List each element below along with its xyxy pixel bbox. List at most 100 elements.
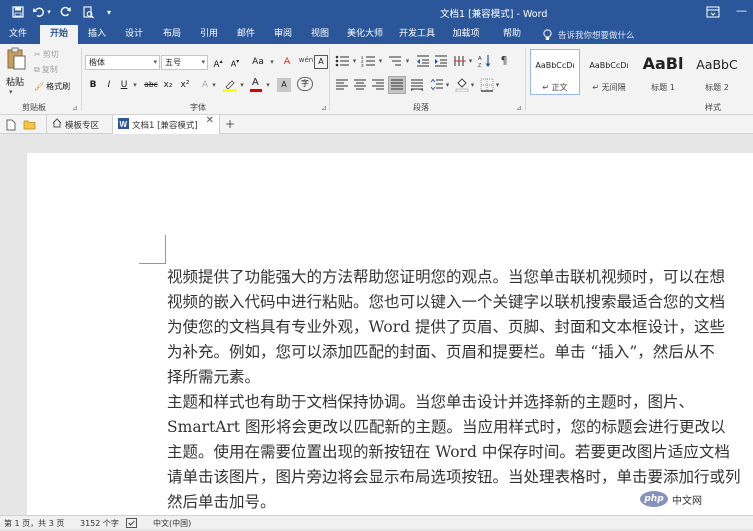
line-spacing-icon[interactable] [430, 78, 444, 92]
align-center-icon[interactable] [353, 78, 367, 92]
phonetic-guide-button[interactable]: wén [297, 53, 315, 67]
grow-font-icon[interactable]: A▴ [211, 55, 225, 70]
shading-icon[interactable] [455, 78, 469, 93]
style-heading-1[interactable]: AaBl 标题 1 [638, 49, 688, 95]
print-preview-icon[interactable] [80, 4, 96, 20]
tab-references[interactable]: 引用 [192, 25, 226, 44]
underline-button[interactable]: U [118, 78, 130, 92]
margin-mark-vertical [165, 235, 166, 263]
tab-addins[interactable]: 加载项 [446, 25, 486, 44]
align-left-icon[interactable] [335, 78, 349, 92]
font-size-select[interactable]: 五号 ▾ [161, 55, 208, 70]
redo-icon[interactable] [58, 4, 74, 20]
chinese-layout-dropdown-icon[interactable]: ▾ [467, 54, 474, 68]
tab-layout[interactable]: 布局 [155, 25, 189, 44]
style-heading-2[interactable]: AaBbC 标题 2 [692, 49, 742, 95]
strikethrough-button[interactable]: abc [142, 78, 160, 92]
bold-button[interactable]: B [87, 78, 99, 92]
char-shading-icon[interactable]: A [277, 78, 291, 92]
doc-line: 视频的嵌入代码中进行粘贴。您也可以键入一个关键字以联机搜索最适合您的文档 [167, 293, 726, 311]
show-marks-icon[interactable]: ¶ [497, 54, 511, 68]
clipboard-launcher-icon[interactable]: ⊿ [72, 104, 78, 112]
word-doc-icon: W [118, 117, 129, 132]
style-no-spacing[interactable]: AaBbCcDı ↵ 无间隔 [584, 49, 634, 95]
customize-icon[interactable]: ▾ [101, 4, 117, 20]
chinese-layout-icon[interactable] [453, 54, 467, 68]
language-indicator[interactable]: 中文(中国) [153, 518, 191, 529]
paste-button[interactable]: 粘贴 [6, 75, 24, 88]
copy-button[interactable]: ⧉ 复制 [34, 64, 58, 75]
superscript-button[interactable]: x² [178, 78, 192, 92]
borders-icon[interactable] [480, 78, 494, 92]
shrink-font-icon[interactable]: A▾ [228, 55, 242, 69]
close-icon[interactable]: ✕ [206, 115, 214, 126]
group-separator [329, 48, 330, 111]
tab-document1[interactable]: W 文档1 [兼容模式] ✕ [112, 115, 220, 134]
folder-icon[interactable] [23, 119, 36, 131]
proofing-icon[interactable] [126, 518, 137, 528]
chevron-down-icon: ▾ [201, 58, 205, 66]
tell-me-search[interactable]: 告诉我你想要做什么 [558, 29, 635, 41]
change-case-button[interactable]: Aa [248, 55, 268, 69]
paragraph-launcher-icon[interactable]: ⊿ [516, 104, 522, 112]
tab-view[interactable]: 视图 [303, 25, 337, 44]
numbering-dropdown-icon[interactable]: ▾ [377, 54, 384, 68]
italic-button[interactable]: I [103, 78, 115, 92]
page-count[interactable]: 第 1 页，共 3 页 [4, 518, 64, 529]
justify-icon[interactable] [388, 76, 406, 94]
distribute-icon[interactable] [410, 78, 424, 92]
new-file-icon[interactable] [6, 119, 17, 131]
add-tab-icon[interactable]: + [225, 117, 235, 131]
tab-beautify[interactable]: 美化大师 [340, 25, 390, 44]
change-case-dropdown-icon[interactable]: ▾ [268, 55, 276, 69]
tab-template-zone[interactable]: 模板专区 [46, 115, 110, 134]
doc-line: 主题和样式也有助于文档保持协调。当您单击设计并选择新的主题时，图片、 [167, 393, 695, 411]
undo-dropdown-icon[interactable]: ▾ [45, 4, 53, 20]
sort-icon[interactable]: AZ [478, 54, 492, 69]
multilevel-dropdown-icon[interactable]: ▾ [404, 54, 411, 68]
highlight-dropdown-icon[interactable]: ▾ [238, 78, 246, 92]
enclose-char-icon[interactable]: 字 [297, 77, 313, 91]
word-count[interactable]: 3152 个字 [80, 518, 119, 529]
font-launcher-icon[interactable]: ⊿ [321, 104, 327, 112]
line-spacing-dropdown-icon[interactable]: ▾ [444, 78, 451, 92]
numbering-icon[interactable]: 123 [361, 54, 377, 68]
decrease-indent-icon[interactable] [416, 54, 430, 68]
align-right-icon[interactable] [371, 78, 385, 92]
shading-dropdown-icon[interactable]: ▾ [469, 78, 476, 92]
format-painter-button[interactable]: 🖌 格式刷 [34, 81, 70, 92]
tab-file[interactable]: 文件 [0, 25, 36, 44]
tab-mailings[interactable]: 邮件 [229, 25, 263, 44]
document-page[interactable]: 视频提供了功能强大的方法帮助您证明您的观点。当您单击联机视频时，可以在想 视频的… [27, 153, 753, 515]
scissors-icon: ✂ [34, 50, 41, 59]
subscript-button[interactable]: x₂ [161, 78, 175, 92]
tab-design[interactable]: 设计 [116, 25, 152, 44]
borders-dropdown-icon[interactable]: ▾ [494, 78, 501, 92]
font-color-dropdown-icon[interactable]: ▾ [264, 78, 272, 92]
text-effects-dropdown-icon[interactable]: ▾ [210, 78, 218, 92]
bullets-dropdown-icon[interactable]: ▾ [351, 54, 358, 68]
multilevel-list-icon[interactable] [388, 54, 404, 68]
tab-insert[interactable]: 插入 [80, 25, 114, 44]
svg-text:A: A [478, 56, 482, 62]
restore-ribbon-icon[interactable] [706, 5, 720, 19]
char-border-icon[interactable]: A [314, 55, 328, 69]
style-normal[interactable]: AaBbCcDı ↵ 正文 [530, 49, 580, 95]
bullets-icon[interactable] [335, 54, 351, 68]
font-family-select[interactable]: 楷体 ▾ [85, 55, 160, 70]
paste-dropdown-icon[interactable]: ▾ [9, 88, 13, 96]
save-icon[interactable] [10, 4, 26, 20]
highlight-icon[interactable] [222, 78, 238, 92]
minimize-button[interactable]: — [736, 4, 747, 17]
tab-developer[interactable]: 开发工具 [393, 25, 441, 44]
increase-indent-icon[interactable] [434, 54, 448, 68]
tab-review[interactable]: 审阅 [266, 25, 300, 44]
tab-home[interactable]: 开始 [40, 25, 78, 44]
cut-button[interactable]: ✂ 剪切 [34, 49, 59, 60]
doc-line: 择所需元素。 [167, 368, 261, 386]
clear-formatting-icon[interactable]: A̶ [280, 55, 294, 69]
paste-icon[interactable] [6, 47, 26, 71]
underline-dropdown-icon[interactable]: ▾ [131, 78, 139, 92]
font-color-icon[interactable]: A [249, 77, 263, 92]
tab-help[interactable]: 帮助 [494, 25, 530, 44]
